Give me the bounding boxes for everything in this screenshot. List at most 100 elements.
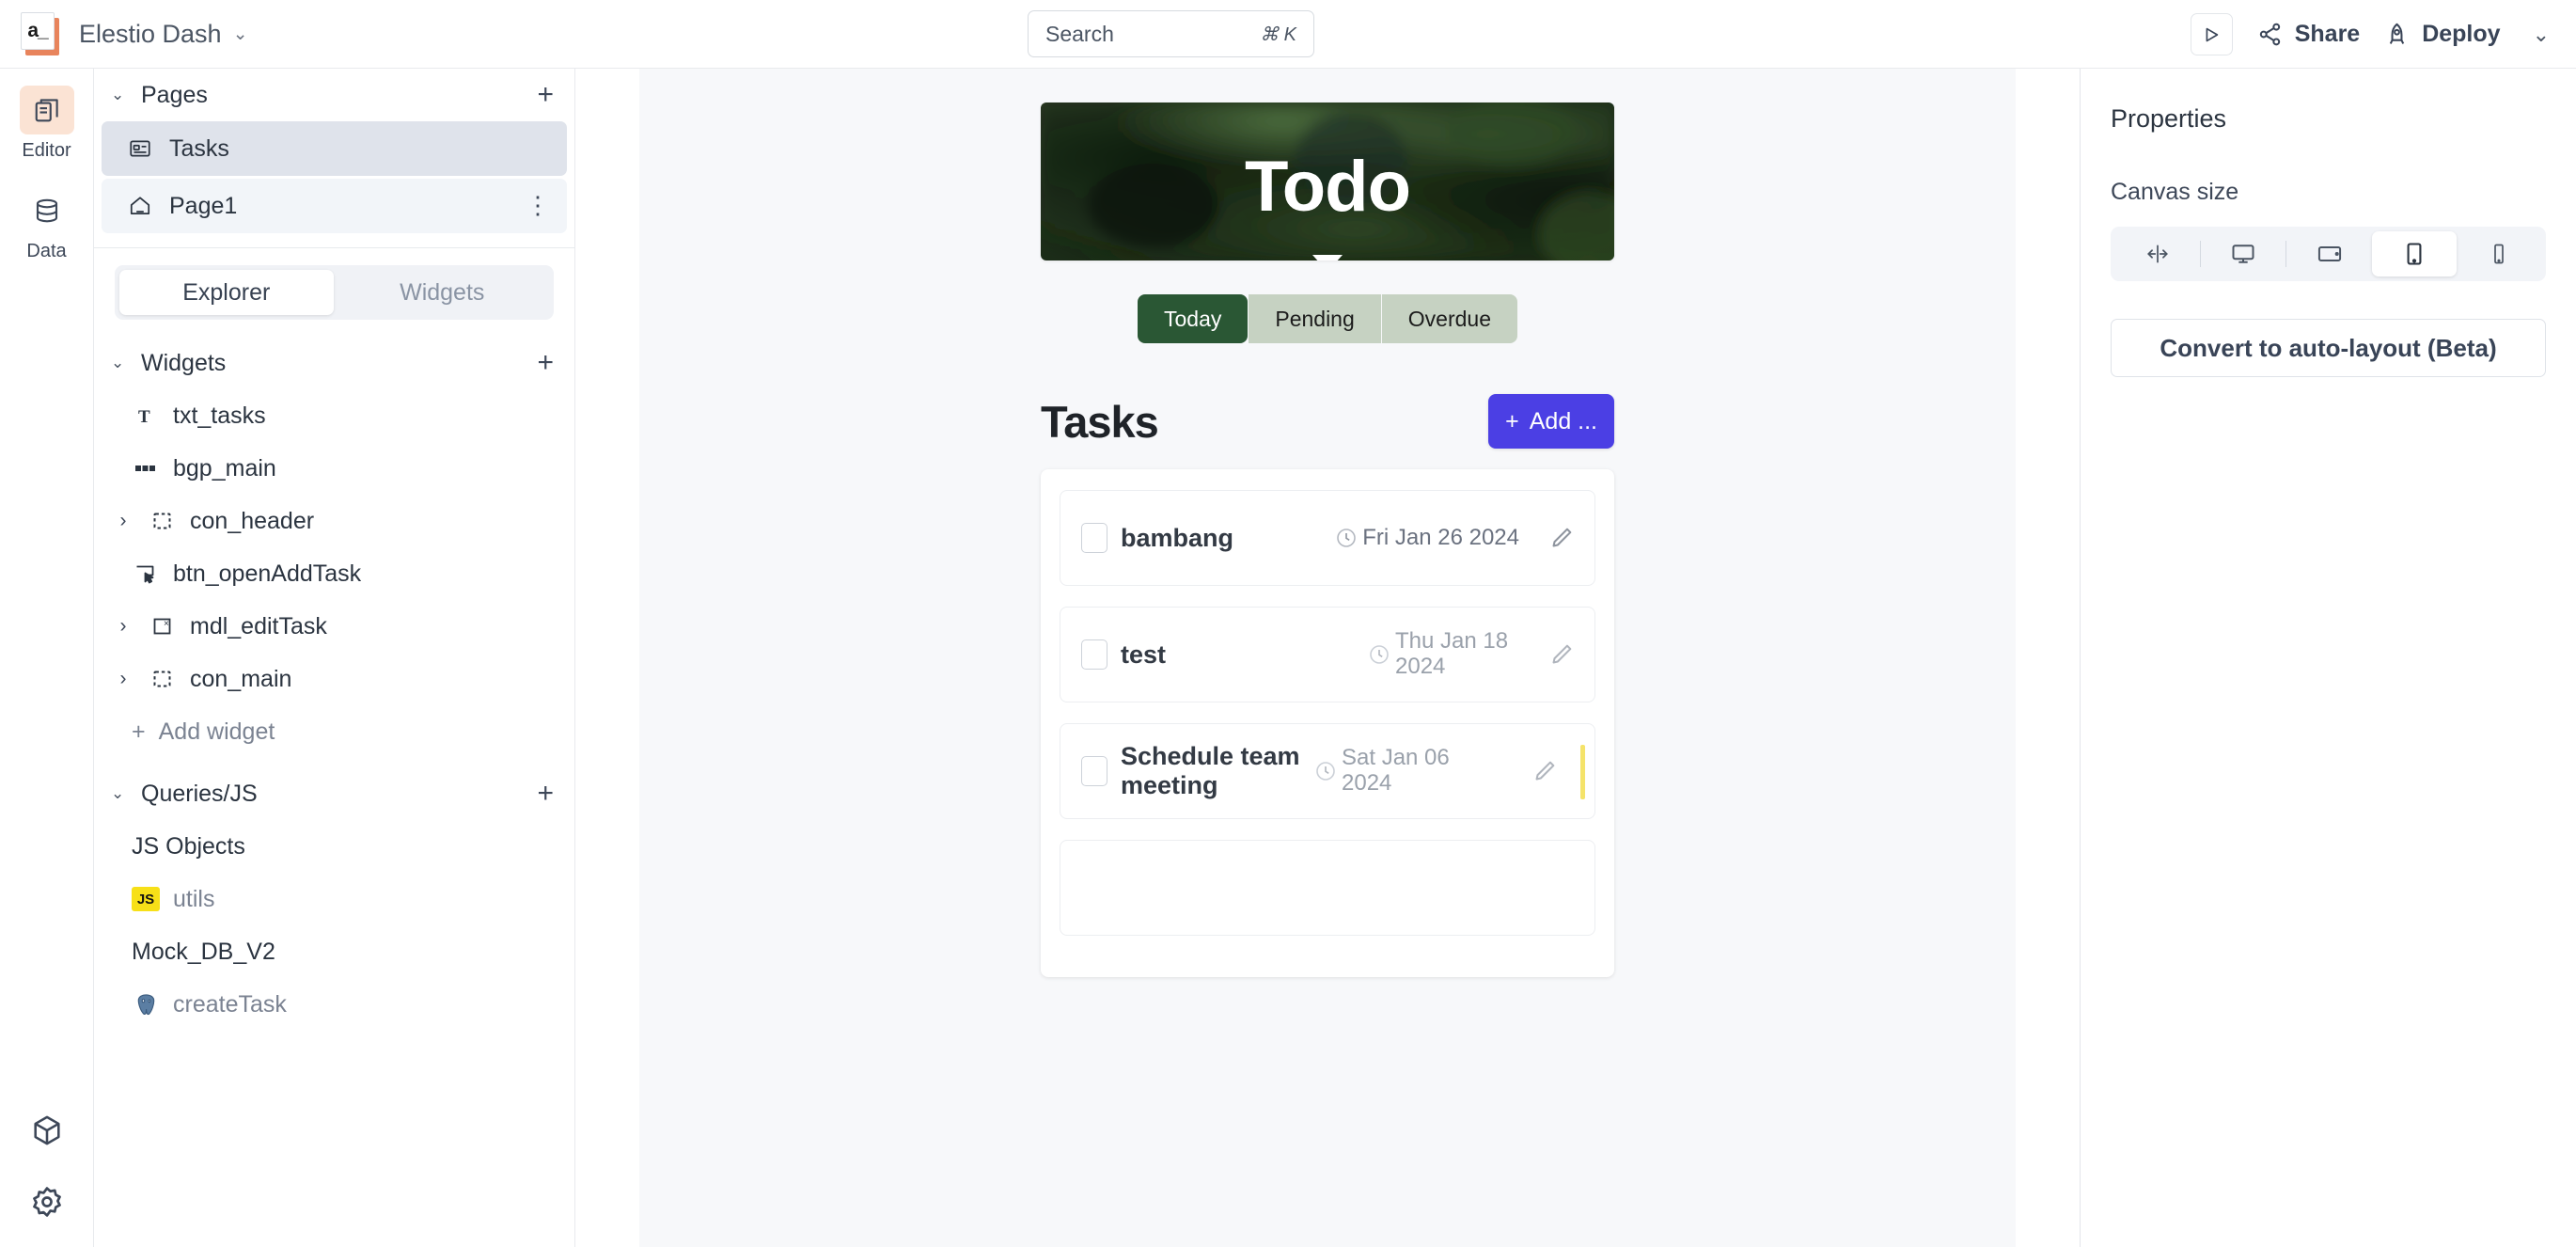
fluid-width-icon — [2145, 242, 2170, 266]
add-query-button[interactable]: + — [537, 780, 554, 808]
task-checkbox[interactable] — [1081, 523, 1107, 553]
widget-mdl-edittask[interactable]: › × mdl_editTask — [94, 600, 574, 653]
canvas-size-tablet-portrait[interactable] — [2371, 231, 2457, 276]
clock-icon — [1335, 527, 1358, 549]
button-group-icon — [132, 456, 160, 481]
chevron-right-icon[interactable]: › — [111, 510, 135, 532]
task-due: Thu Jan 18 2024 — [1368, 628, 1519, 680]
pages-caret-icon[interactable]: ⌄ — [111, 86, 130, 104]
widget-btn-openaddtask-label: btn_openAddTask — [173, 560, 362, 587]
task-checkbox[interactable] — [1081, 756, 1107, 786]
queries-title: Queries/JS — [141, 780, 258, 807]
add-widget-plus-button[interactable]: + — [537, 349, 554, 377]
tasks-heading: Tasks — [1041, 396, 1159, 447]
rail-label-data: Data — [26, 241, 67, 261]
pages-section-header: ⌄ Pages + — [94, 69, 574, 121]
widget-txt-tasks-label: txt_tasks — [173, 402, 266, 429]
app-logo[interactable]: a_ — [21, 12, 60, 55]
rail-item-editor[interactable]: Editor — [19, 86, 74, 162]
svg-text:T: T — [138, 407, 150, 427]
rail-item-data[interactable]: Data — [20, 186, 74, 262]
search-shortcut-hint: ⌘ K — [1260, 24, 1296, 45]
widget-con-main-label: con_main — [190, 665, 292, 692]
tab-widgets[interactable]: Widgets — [336, 270, 550, 315]
deploy-chevron-down-icon[interactable]: ⌄ — [2525, 23, 2557, 47]
plus-icon: + — [132, 718, 146, 745]
canvas-size-desktop[interactable] — [2201, 231, 2285, 276]
widget-con-main[interactable]: › con_main — [94, 653, 574, 705]
task-due: Fri Jan 26 2024 — [1335, 524, 1519, 551]
widget-bgp-main[interactable]: bgp_main — [94, 442, 574, 495]
widget-bgp-main-label: bgp_main — [173, 454, 276, 481]
widget-con-header-label: con_header — [190, 507, 315, 534]
top-bar-right: Share Deploy ⌄ — [2190, 0, 2557, 69]
query-group-js-objects[interactable]: JS Objects — [94, 820, 574, 873]
deploy-button[interactable]: Deploy — [2384, 21, 2501, 48]
widget-con-header[interactable]: › con_header — [94, 495, 574, 547]
share-button[interactable]: Share — [2257, 21, 2360, 48]
pencil-icon[interactable] — [1549, 642, 1574, 667]
page-icon — [126, 136, 154, 161]
task-date: Fri Jan 26 2024 — [1362, 524, 1519, 550]
properties-panel: Properties Canvas size Convert to auto-l… — [2080, 69, 2576, 1247]
pencil-icon[interactable] — [1549, 526, 1574, 550]
logo-glyph: a_ — [21, 12, 55, 50]
hero-title: Todo — [1244, 147, 1411, 227]
filter-overdue[interactable]: Overdue — [1381, 294, 1517, 343]
preview-button[interactable] — [2190, 13, 2233, 55]
task-row[interactable] — [1060, 840, 1595, 936]
properties-title: Properties — [2111, 104, 2227, 133]
app-name-chevron-down-icon[interactable]: ⌄ — [233, 24, 248, 45]
gear-icon[interactable] — [30, 1185, 64, 1219]
chevron-right-icon[interactable]: › — [111, 668, 135, 690]
share-icon — [2257, 22, 2283, 47]
left-icon-rail: Editor Data — [0, 69, 94, 1247]
chevron-right-icon[interactable]: › — [111, 615, 135, 638]
page-context-menu-icon[interactable]: ⋮ — [526, 194, 550, 217]
app-name[interactable]: Elestio Dash — [79, 20, 222, 49]
add-widget-button[interactable]: + Add widget — [94, 705, 574, 758]
task-row[interactable]: Schedule team meeting Sat Jan 06 2024 — [1060, 723, 1595, 819]
canvas-viewport: Todo Today Pending Overdue Tasks + Add .… — [575, 69, 2080, 1247]
task-checkbox[interactable] — [1081, 639, 1107, 670]
sidebar-page-tasks[interactable]: Tasks — [102, 121, 567, 176]
top-bar-left: a_ Elestio Dash ⌄ — [0, 12, 248, 55]
add-task-label: Add ... — [1529, 407, 1597, 434]
container-icon — [149, 668, 177, 690]
add-page-button[interactable]: + — [537, 81, 554, 109]
query-group-mock-db-v2[interactable]: Mock_DB_V2 — [94, 925, 574, 978]
editor-body: Editor Data ⌄ Pages + Tasks Page1 ⋮ Expl… — [0, 69, 2576, 1247]
plus-icon: + — [1505, 407, 1519, 434]
convert-to-auto-layout-button[interactable]: Convert to auto-layout (Beta) — [2111, 319, 2546, 377]
canvas-size-tablet-landscape[interactable] — [2286, 231, 2371, 276]
search-input[interactable]: Search ⌘ K — [1028, 10, 1314, 57]
pencil-icon[interactable] — [1532, 759, 1557, 783]
container-icon — [149, 510, 177, 532]
js-object-utils[interactable]: JS utils — [94, 873, 574, 925]
add-task-button[interactable]: + Add ... — [1488, 394, 1614, 449]
filter-pending[interactable]: Pending — [1249, 294, 1381, 343]
widgets-caret-icon[interactable]: ⌄ — [111, 354, 130, 372]
rocket-icon — [2384, 22, 2410, 47]
task-row[interactable]: test Thu Jan 18 2024 — [1060, 607, 1595, 702]
widget-txt-tasks[interactable]: T txt_tasks — [94, 389, 574, 442]
filter-button-group: Today Pending Overdue — [1137, 294, 1517, 343]
app-canvas[interactable]: Todo Today Pending Overdue Tasks + Add .… — [639, 69, 2016, 1247]
hero-banner[interactable]: Todo — [1041, 103, 1614, 260]
filter-segment-wrapper: Today Pending Overdue — [1041, 294, 1614, 343]
cube-icon[interactable] — [30, 1113, 64, 1147]
canvas-size-fluid[interactable] — [2115, 231, 2200, 276]
query-createtask[interactable]: createTask — [94, 978, 574, 1031]
mobile-icon — [2488, 243, 2510, 265]
filter-today[interactable]: Today — [1137, 294, 1249, 343]
queries-caret-icon[interactable]: ⌄ — [111, 784, 130, 803]
sidebar-page-page1[interactable]: Page1 ⋮ — [102, 179, 567, 233]
explorer-tabs-wrapper: Explorer Widgets — [94, 248, 574, 331]
tab-explorer[interactable]: Explorer — [119, 270, 334, 315]
task-name: test — [1121, 639, 1167, 669]
widgets-title: Widgets — [141, 349, 227, 376]
widget-btn-openaddtask[interactable]: btn_openAddTask — [94, 547, 574, 600]
canvas-size-mobile[interactable] — [2457, 231, 2541, 276]
task-name: Schedule team meeting — [1121, 742, 1300, 799]
task-row[interactable]: bambang Fri Jan 26 2024 — [1060, 490, 1595, 586]
